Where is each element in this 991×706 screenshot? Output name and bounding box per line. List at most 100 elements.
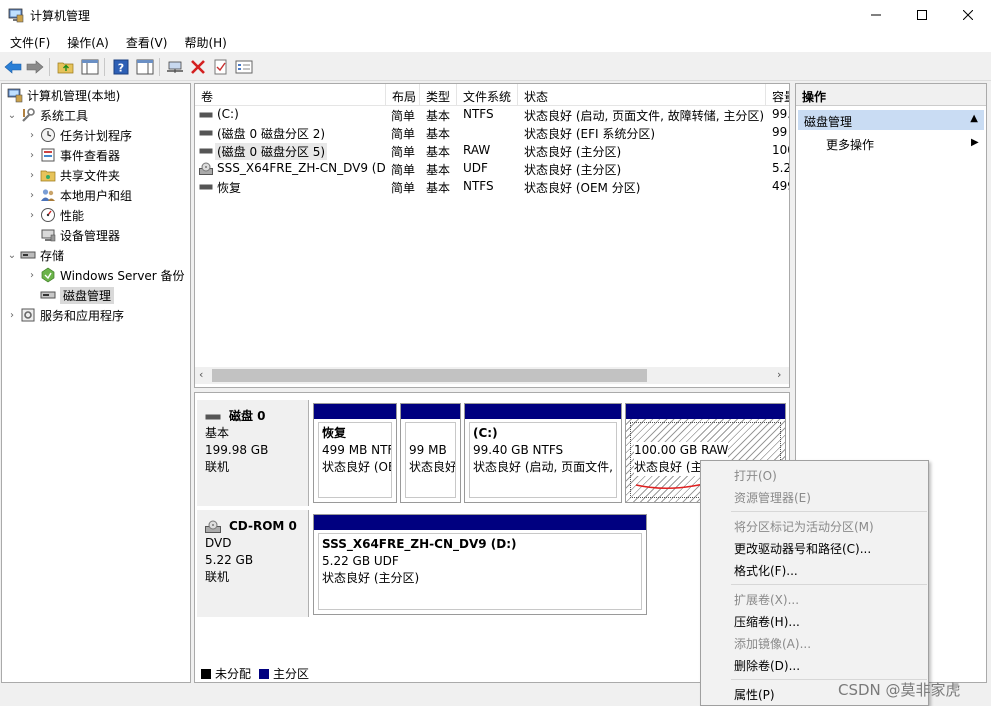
up-folder-button[interactable] [56, 57, 76, 77]
volume-fs: UDF [463, 161, 488, 175]
volume-name: (磁盘 0 磁盘分区 2) [217, 127, 326, 141]
minimize-icon [871, 14, 881, 16]
submenu-arrow-icon[interactable]: ▶ [971, 137, 979, 148]
scroll-right-icon[interactable]: › [777, 368, 781, 381]
menu-change-drive-letter[interactable]: 更改驱动器号和路径(C)... [734, 540, 871, 557]
computer-management-window: 计算机管理 文件(F) 操作(A) 查看(V) 帮助(H) ? 计算机管理(本地… [0, 0, 991, 706]
table-row[interactable]: SSS_X64FRE_ZH-CN_DV9 (D:) 简单 基本 UDF 状态良好… [195, 160, 789, 178]
tree-item-root[interactable]: 计算机管理(本地) [5, 85, 120, 105]
event-viewer-icon [41, 148, 55, 162]
more-actions[interactable]: 更多操作 [826, 136, 874, 153]
column-type[interactable]: 类型 [420, 84, 457, 106]
disk0-label[interactable]: 磁盘 0 基本 199.98 GB 联机 [197, 400, 309, 506]
column-capacity[interactable]: 容量 [766, 84, 789, 106]
help-button[interactable]: ? [111, 57, 131, 77]
performance-icon [41, 208, 55, 222]
menu-explore[interactable]: 资源管理器(E) [734, 489, 811, 506]
tree-item-performance[interactable]: › 性能 [26, 205, 84, 225]
disk0-state: 联机 [205, 460, 230, 474]
horizontal-scrollbar[interactable]: ‹ › [195, 367, 789, 384]
menu-shrink-volume[interactable]: 压缩卷(H)... [734, 613, 800, 630]
menu-delete-volume[interactable]: 删除卷(D)... [734, 657, 800, 674]
properties-pane-button[interactable] [135, 57, 155, 77]
column-filesystem[interactable]: 文件系统 [457, 84, 518, 106]
menu-extend-volume[interactable]: 扩展卷(X)... [734, 591, 799, 608]
tree-item-event-viewer[interactable]: › 事件查看器 [26, 145, 120, 165]
menu-format[interactable]: 格式化(F)... [734, 562, 798, 579]
chevron-right-icon[interactable]: › [26, 130, 38, 141]
volume-status: 状态良好 (主分区) [524, 145, 622, 159]
tree-label-performance: 性能 [60, 208, 85, 223]
tree-item-system-tools[interactable]: ⌄ 系统工具 [6, 105, 88, 125]
menu-add-mirror[interactable]: 添加镜像(A)... [734, 635, 811, 652]
tree-item-storage[interactable]: ⌄ 存储 [6, 245, 64, 265]
menu-open[interactable]: 打开(O) [734, 467, 777, 484]
partition-c[interactable]: (C:) 99.40 GB NTFS 状态良好 (启动, 页面文件, 故障转储,… [464, 403, 622, 503]
disk0-size: 199.98 GB [205, 443, 269, 457]
chevron-right-icon[interactable]: › [26, 210, 38, 221]
tree-item-windows-backup[interactable]: › Windows Server 备份 [26, 265, 185, 285]
tree-item-task-scheduler[interactable]: › 任务计划程序 [26, 125, 132, 145]
svg-text:?: ? [118, 62, 124, 75]
column-volume[interactable]: 卷 [195, 84, 386, 106]
back-button[interactable] [3, 57, 23, 77]
collapse-up-icon[interactable]: ▲ [970, 113, 978, 124]
menu-help[interactable]: 帮助(H) [174, 30, 233, 52]
legend: 未分配 主分区 [201, 665, 309, 682]
check-button[interactable] [211, 57, 231, 77]
actions-section-disk-management[interactable]: 磁盘管理 ▲ [798, 110, 984, 130]
show-hide-tree-button[interactable] [80, 57, 100, 77]
volume-list-header: 卷 布局 类型 文件系统 状态 容量 [195, 84, 789, 106]
chevron-right-icon[interactable]: › [26, 270, 38, 281]
tree-label-windows-backup: Windows Server 备份 [60, 268, 185, 283]
scrollbar-thumb[interactable] [212, 369, 647, 382]
close-button[interactable] [945, 0, 991, 30]
more-actions-label: 更多操作 [826, 138, 875, 152]
table-row[interactable]: 恢复 简单 基本 NTFS 状态良好 (OEM 分区) 499 [195, 178, 789, 196]
chevron-right-icon[interactable]: › [6, 310, 18, 321]
partition-title [634, 425, 780, 442]
menu-properties[interactable]: 属性(P) [734, 686, 775, 703]
partition-efi[interactable]: 99 MB 状态良好 (EFI 系统分区) [400, 403, 461, 503]
chevron-down-icon[interactable]: ⌄ [6, 250, 18, 261]
tree-item-services-apps[interactable]: › 服务和应用程序 [6, 305, 124, 325]
connect-button[interactable] [165, 57, 185, 77]
menu-action[interactable]: 操作(A) [57, 30, 116, 52]
menu-view[interactable]: 查看(V) [116, 30, 175, 52]
table-row[interactable]: (C:) 简单 基本 NTFS 状态良好 (启动, 页面文件, 故障转储, 主分… [195, 106, 789, 124]
partition-title: SSS_X64FRE_ZH-CN_DV9 (D:) [322, 537, 517, 551]
scroll-left-icon[interactable]: ‹ [199, 368, 203, 381]
partition-d[interactable]: SSS_X64FRE_ZH-CN_DV9 (D:) 5.22 GB UDF 状态… [313, 514, 647, 615]
disk0-name: 磁盘 0 [229, 409, 266, 423]
table-row[interactable]: (磁盘 0 磁盘分区 5) 简单 基本 RAW 状态良好 (主分区) 100 [195, 142, 789, 160]
minimize-button[interactable] [853, 0, 899, 30]
tree-item-device-manager[interactable]: 设备管理器 [38, 225, 120, 245]
disk-icon [40, 291, 56, 299]
column-status[interactable]: 状态 [518, 84, 766, 106]
partition-recovery[interactable]: 恢复 499 MB NTFS 状态良好 (OEM 分区) [313, 403, 397, 503]
menu-mark-active[interactable]: 将分区标记为活动分区(M) [734, 518, 874, 535]
chevron-right-icon[interactable]: › [26, 170, 38, 181]
up-folder-icon [57, 62, 74, 74]
chevron-right-icon[interactable]: › [26, 190, 38, 201]
volume-icon [199, 130, 213, 136]
table-row[interactable]: (磁盘 0 磁盘分区 2) 简单 基本 状态良好 (EFI 系统分区) 99 [195, 124, 789, 142]
volume-layout: 简单 [391, 163, 416, 177]
volume-type: 基本 [426, 109, 451, 123]
cdrom0-label[interactable]: CD-ROM 0 DVD 5.22 GB 联机 [197, 510, 309, 617]
maximize-button[interactable] [899, 0, 945, 30]
delete-button[interactable] [188, 57, 208, 77]
properties-sheet-button[interactable] [234, 57, 254, 77]
chevron-down-icon[interactable]: ⌄ [6, 110, 18, 121]
tree-item-disk-management[interactable]: 磁盘管理 [38, 285, 115, 305]
tree-item-local-users[interactable]: › 本地用户和组 [26, 185, 132, 205]
column-layout[interactable]: 布局 [386, 84, 420, 106]
chevron-right-icon[interactable]: › [26, 150, 38, 161]
forward-button[interactable] [25, 57, 45, 77]
disk-icon [205, 414, 221, 419]
forward-arrow-icon [26, 60, 44, 74]
tree-item-shared-folders[interactable]: › 共享文件夹 [26, 165, 120, 185]
volume-name: (C:) [217, 107, 239, 121]
volume-capacity: 499 [772, 179, 789, 193]
menu-file[interactable]: 文件(F) [0, 30, 57, 52]
